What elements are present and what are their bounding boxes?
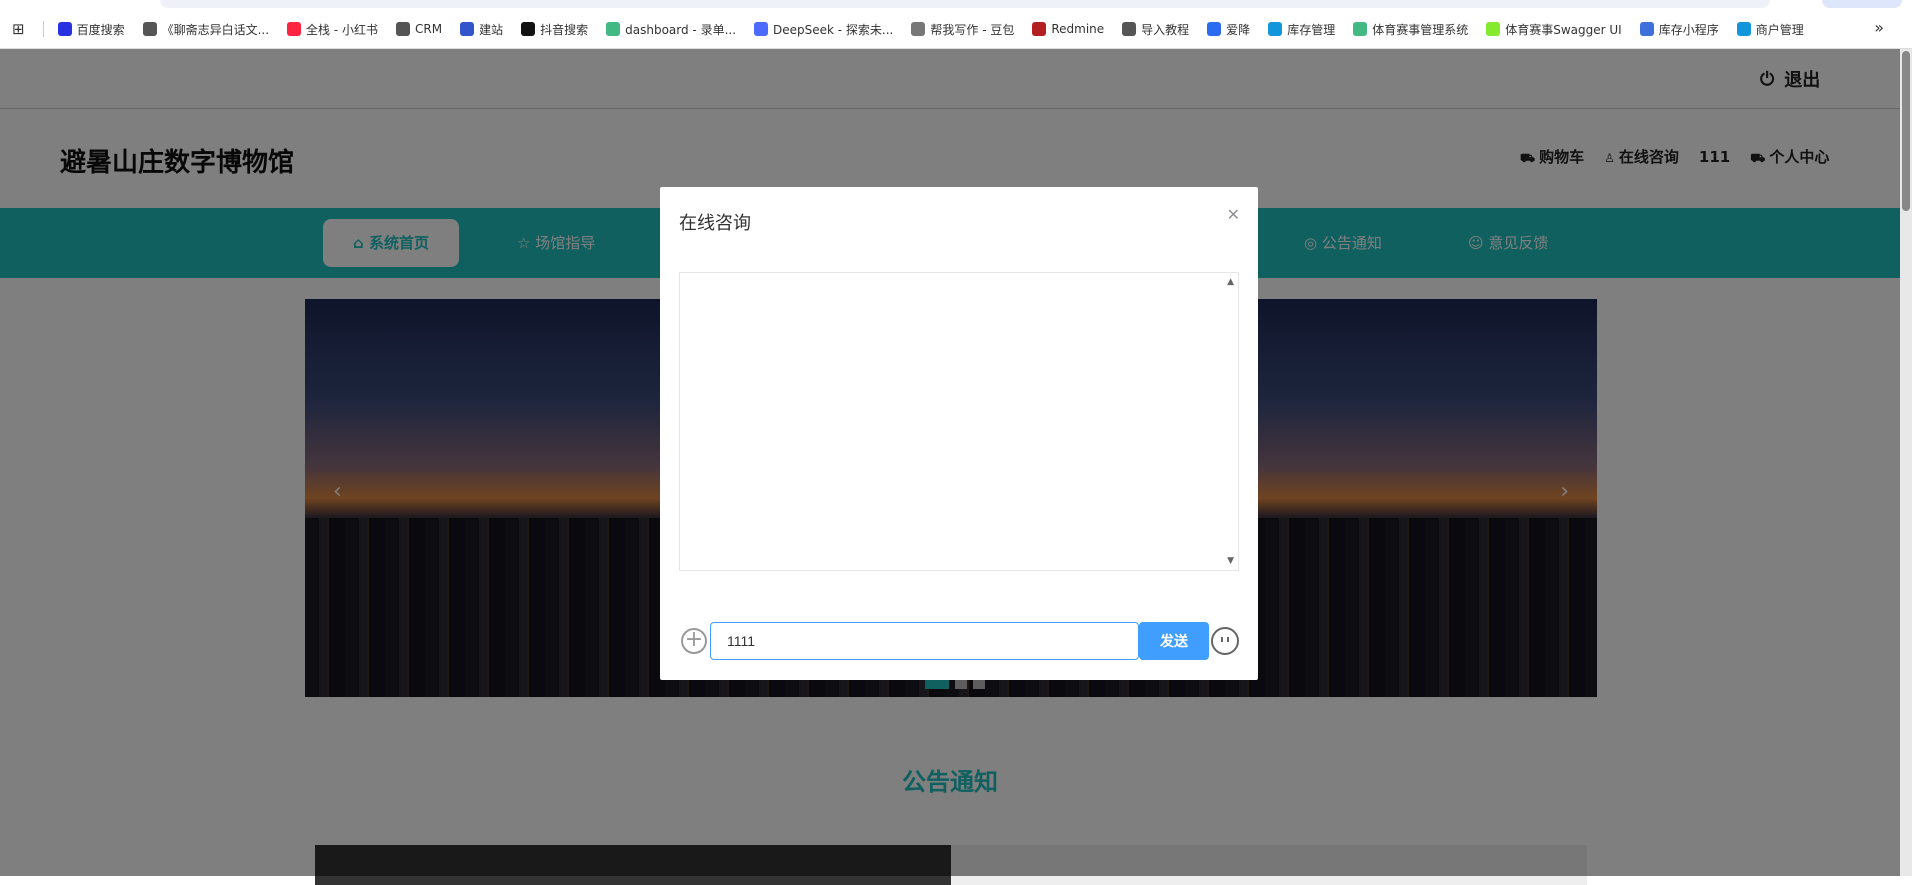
bookmark-label: 库存管理 — [1287, 22, 1336, 37]
bookmark-item[interactable]: 导入教程 — [1122, 21, 1189, 38]
scrollbar[interactable] — [1900, 49, 1912, 876]
bookmark-item[interactable]: 帮我写作 - 豆包 — [911, 21, 1014, 38]
bookmark-favicon-icon — [1486, 22, 1501, 36]
bookmark-favicon-icon — [1122, 22, 1137, 36]
bookmark-item[interactable]: Redmine — [1032, 22, 1104, 36]
bookmark-label: 体育赛事Swagger UI — [1505, 22, 1622, 37]
bookmark-item[interactable]: 商户管理 — [1736, 21, 1804, 38]
bookmark-item[interactable]: DeepSeek - 探索未... — [754, 21, 893, 38]
bookmark-item[interactable]: 抖音搜索 — [521, 21, 588, 38]
bookmark-label: Redmine — [1051, 22, 1105, 36]
bookmark-item[interactable]: 全栈 - 小红书 — [287, 21, 378, 38]
more-bookmarks-icon[interactable]: » — [1874, 18, 1884, 37]
bookmark-label: 导入教程 — [1141, 22, 1190, 37]
consult-dialog: 在线咨询 ✕ ▲ ▼ + 发送 — [660, 187, 1258, 680]
bookmark-favicon-icon — [1353, 22, 1368, 36]
bookmark-item[interactable]: CRM — [396, 22, 442, 36]
scroll-down-icon[interactable]: ▼ — [1227, 556, 1234, 566]
message-input[interactable] — [710, 622, 1139, 660]
bookmark-label: 全栈 - 小红书 — [306, 22, 379, 37]
bookmark-label: 帮我写作 - 豆包 — [930, 22, 1015, 37]
bookmark-item[interactable]: 百度搜索 — [57, 21, 125, 38]
address-bar[interactable] — [160, 0, 1770, 8]
send-button[interactable]: 发送 — [1139, 622, 1209, 660]
bookmark-label: 抖音搜索 — [540, 22, 589, 37]
bookmark-label: 《聊斋志异白话文... — [161, 22, 270, 37]
bookmark-label: 百度搜索 — [76, 22, 125, 37]
apps-icon[interactable]: ⊞ — [12, 20, 25, 38]
bookmark-favicon-icon — [521, 22, 536, 36]
scroll-up-icon[interactable]: ▲ — [1227, 277, 1234, 287]
bookmark-item[interactable]: 爱降 — [1207, 21, 1250, 38]
bookmark-favicon-icon — [754, 22, 769, 36]
bookmark-favicon-icon — [1639, 22, 1654, 36]
bookmark-item[interactable]: dashboard - 录单... — [606, 21, 736, 38]
bookmark-label: 建站 — [479, 22, 504, 37]
add-attachment-icon[interactable]: + — [681, 628, 707, 654]
bookmark-favicon-icon — [287, 22, 302, 36]
bookmark-label: CRM — [415, 22, 443, 36]
bookmark-item[interactable]: 库存小程序 — [1639, 21, 1719, 38]
bookmark-label: 商户管理 — [1755, 22, 1804, 37]
bookmark-favicon-icon — [1268, 22, 1283, 36]
emoji-icon[interactable] — [1211, 627, 1239, 655]
bookmark-favicon-icon — [911, 22, 926, 36]
scrollbar-thumb[interactable] — [1902, 51, 1910, 211]
bookmark-favicon-icon — [142, 22, 157, 36]
bookmark-favicon-icon — [396, 22, 411, 36]
close-icon[interactable]: ✕ — [1227, 205, 1240, 224]
bookmark-item[interactable]: 建站 — [460, 21, 503, 38]
bookmark-favicon-icon — [1736, 22, 1751, 36]
bookmark-favicon-icon — [57, 22, 72, 36]
chat-history[interactable]: ▲ ▼ — [679, 272, 1239, 571]
bookmark-item[interactable]: 《聊斋志异白话文... — [142, 21, 270, 38]
dialog-title: 在线咨询 — [679, 213, 751, 234]
bookmarks-bar: ⊞ 百度搜索 《聊斋志异白话文... 全栈 - 小红书 CRM 建站 抖音搜索 dashbo… — [0, 0, 1912, 49]
bookmark-label: DeepSeek - 探索未... — [773, 22, 894, 37]
bookmark-label: 体育赛事管理系统 — [1372, 22, 1469, 37]
bookmark-favicon-icon — [1032, 22, 1047, 36]
bookmark-label: 爱降 — [1226, 22, 1251, 37]
bookmark-item[interactable]: 体育赛事Swagger UI — [1486, 21, 1622, 38]
profile-button[interactable] — [1822, 0, 1902, 8]
bookmark-label: 库存小程序 — [1658, 22, 1719, 37]
bookmark-item[interactable]: 体育赛事管理系统 — [1353, 21, 1468, 38]
bookmark-label: dashboard - 录单... — [625, 22, 737, 37]
bookmark-favicon-icon — [1207, 22, 1222, 36]
bookmark-favicon-icon — [606, 22, 621, 36]
bookmark-favicon-icon — [460, 22, 475, 36]
bookmark-item[interactable]: 库存管理 — [1268, 21, 1335, 38]
